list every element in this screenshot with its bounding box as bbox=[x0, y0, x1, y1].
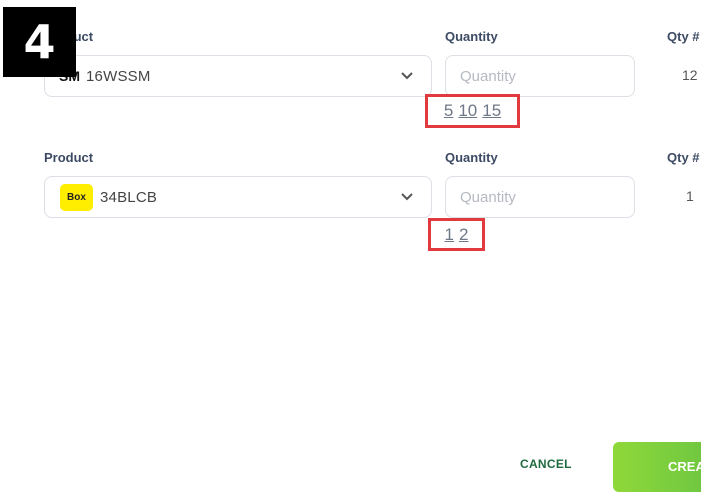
quantity-label: Quantity bbox=[445, 29, 498, 44]
quantity-suggestion-link[interactable]: 5 bbox=[444, 101, 453, 121]
create-button[interactable]: CREATE bbox=[613, 442, 701, 492]
quantity-suggestion-link[interactable]: 1 bbox=[445, 225, 454, 245]
qty-hash-label: Qty # bbox=[667, 150, 700, 165]
product-select[interactable]: SM 16WSSM bbox=[44, 55, 432, 97]
product-value: 34BLCB bbox=[100, 189, 158, 206]
chevron-down-icon bbox=[401, 72, 413, 80]
quantity-suggestions: 5 10 15 bbox=[425, 94, 520, 128]
quantity-suggestion-link[interactable]: 15 bbox=[482, 101, 501, 121]
step-number-badge: 4 bbox=[3, 7, 76, 77]
cancel-button[interactable]: CANCEL bbox=[520, 457, 572, 471]
chevron-down-icon bbox=[401, 193, 413, 201]
product-label: Product bbox=[44, 150, 94, 165]
quantity-suggestion-link[interactable]: 10 bbox=[458, 101, 477, 121]
product-code-badge: Box bbox=[60, 184, 93, 211]
product-select[interactable]: Box 34BLCB bbox=[44, 176, 432, 218]
product-value: 16WSSM bbox=[86, 68, 151, 85]
qty-hash-value: 1 bbox=[686, 188, 694, 204]
quantity-suggestions: 1 2 bbox=[428, 218, 485, 251]
qty-hash-value: 12 bbox=[682, 67, 698, 83]
quantity-label: Quantity bbox=[445, 150, 498, 165]
quantity-input[interactable] bbox=[445, 176, 635, 218]
quantity-suggestion-link[interactable]: 2 bbox=[459, 225, 468, 245]
quantity-input[interactable] bbox=[445, 55, 635, 97]
qty-hash-label: Qty # bbox=[667, 29, 700, 44]
